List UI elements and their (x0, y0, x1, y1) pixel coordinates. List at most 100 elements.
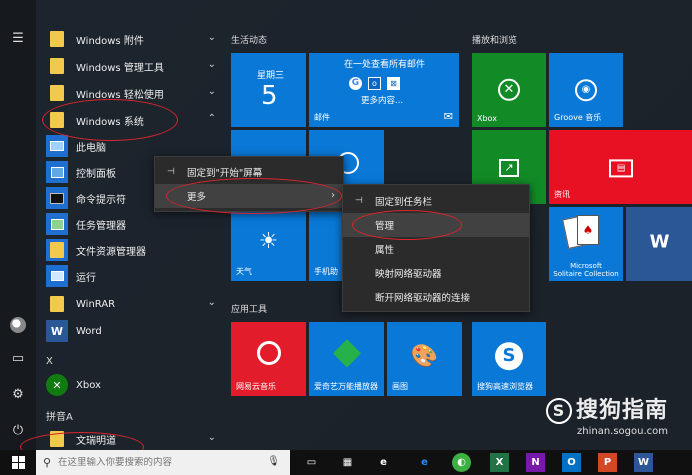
powerpoint-icon[interactable]: P (598, 453, 617, 472)
app-item-xbox[interactable]: ✕ Xbox (46, 374, 222, 396)
calendar-weekday: 星期三 (257, 71, 285, 81)
tile-word[interactable]: W (626, 207, 692, 281)
menu-item-label: 更多 (187, 192, 207, 203)
folder-icon (46, 428, 68, 450)
menu-item-manage[interactable]: 管理 (343, 213, 529, 237)
xbox-icon: ✕ (46, 374, 68, 396)
cards-icon: ♠ (562, 213, 607, 253)
app-item-label: 文件资源管理器 (76, 246, 146, 258)
tile-label: 搜狗高速浏览器 (477, 382, 533, 391)
tile-groove[interactable]: ◉ Groove 音乐 (549, 53, 623, 127)
menu-item-map-network-drive[interactable]: 映射网络驱动器 (343, 261, 529, 285)
app-item-windows-ease-of-access[interactable]: Windows 轻松使用 ⌄ (46, 82, 222, 104)
app-item-label: 运行 (76, 272, 96, 284)
group-title-play: 播放和浏览 (472, 36, 518, 46)
tile-mail[interactable]: 在一处查看所有邮件 G o ⊠ 更多内容... 邮件 ✉ (309, 53, 459, 127)
watermark-title: S 搜狗指南 (545, 392, 668, 424)
tile-aisi-player[interactable]: 爱奇艺万能播放器 (309, 322, 384, 396)
chevron-down-icon: ⌄ (207, 86, 216, 97)
app-item-label: 控制面板 (76, 168, 116, 180)
tile-label: Xbox (477, 114, 497, 123)
group-title-tools: 应用工具 (231, 305, 268, 315)
pin-icon: ⊣ (355, 196, 363, 206)
chart-icon: ↗ (472, 152, 546, 177)
documents-icon[interactable]: ▭ (8, 348, 28, 368)
palette-icon: 🎨 (410, 344, 439, 369)
tile-sogou-browser[interactable]: S 搜狗高速浏览器 (472, 322, 546, 396)
mail-more: 更多内容... (361, 96, 404, 106)
edge-legacy-icon[interactable]: e (374, 453, 393, 472)
menu-item-properties[interactable]: 属性 (343, 237, 529, 261)
task-view-icon[interactable]: ▭ (302, 453, 321, 472)
tile-weather[interactable]: ☀ 天气 (231, 207, 306, 281)
settings-gear-icon[interactable]: ⚙ (8, 384, 28, 404)
calendar-day: 5 (261, 81, 278, 111)
power-icon[interactable]: ⏻ (8, 420, 28, 440)
sogou-logo-icon: S (545, 398, 572, 424)
chevron-up-icon: ⌃ (207, 113, 216, 124)
computer-icon (46, 135, 68, 157)
app-item-label: Windows 附件 (76, 35, 144, 47)
edge-icon[interactable]: e (415, 453, 434, 472)
tile-netease-music[interactable]: 网易云音乐 (231, 322, 306, 396)
app-item-label: 此电脑 (76, 142, 106, 154)
app-item-windows-accessories[interactable]: Windows 附件 ⌄ (46, 28, 222, 50)
folder-icon (46, 293, 68, 315)
groove-icon: ◉ (549, 73, 623, 102)
section-letter-x[interactable]: X (46, 356, 53, 367)
app-grid-icon[interactable]: ▦ (338, 453, 357, 472)
app-item-word[interactable]: W Word (46, 320, 222, 342)
app-item-run[interactable]: 运行 (46, 265, 222, 287)
hamburger-menu-icon[interactable]: ☰ (8, 28, 28, 48)
tile-label: Groove 音乐 (554, 113, 602, 122)
app-item-label: 命令提示符 (76, 194, 126, 206)
app-item-task-manager[interactable]: 任务管理器 (46, 213, 222, 235)
menu-item-pin-to-taskbar[interactable]: ⊣ 固定到任务栏 (343, 189, 529, 213)
google-icon: G (349, 77, 362, 90)
tile-label: 手机助 (314, 267, 338, 276)
microphone-icon[interactable]: 🎙 (267, 456, 280, 467)
app-item-winrar[interactable]: WinRAR ⌄ (46, 293, 222, 315)
menu-item-disconnect-network-drive[interactable]: 断开网络驱动器的连接 (343, 285, 529, 309)
tile-label: 画图 (392, 382, 408, 391)
tile-news[interactable]: ▤ 资讯 (549, 130, 692, 204)
tile-xbox[interactable]: ✕ Xbox (472, 53, 546, 127)
solitaire-label-1: Microsoft (570, 262, 602, 270)
watermark: S 搜狗指南 zhinan.sogou.com (545, 392, 668, 437)
task-manager-icon (46, 213, 68, 235)
section-letter-pinyin-a[interactable]: 拼音A (46, 408, 73, 423)
green-app-icon[interactable]: ◐ (452, 453, 471, 472)
start-rail: ☰ ▭ ⚙ ⏻ (0, 0, 36, 450)
app-list: Windows 附件 ⌄ Windows 管理工具 ⌄ Windows 轻松使用… (36, 0, 222, 450)
app-item-last[interactable]: 文瑞明道 ⌄ (46, 428, 222, 450)
file-explorer-icon (46, 239, 68, 261)
onenote-icon[interactable]: N (526, 453, 545, 472)
chevron-down-icon: ⌄ (207, 432, 216, 443)
excel-icon[interactable]: X (490, 453, 509, 472)
search-input[interactable] (58, 457, 258, 468)
tile-paint[interactable]: 🎨 画图 (387, 322, 462, 396)
menu-item-pin-to-start[interactable]: ⊣ 固定到"开始"屏幕 (155, 160, 343, 184)
user-avatar-icon[interactable] (8, 315, 28, 335)
exchange-icon: ⊠ (387, 77, 400, 90)
app-item-file-explorer[interactable]: 文件资源管理器 (46, 239, 222, 261)
app-item-windows-system[interactable]: Windows 系统 ⌃ (46, 109, 222, 131)
context-menu-more: ⊣ 固定到任务栏 管理 属性 映射网络驱动器 断开网络驱动器的连接 (342, 184, 530, 312)
context-menu-primary: ⊣ 固定到"开始"屏幕 更多 › (154, 156, 344, 212)
outlook-icon[interactable]: O (562, 453, 581, 472)
menu-item-label: 管理 (375, 221, 395, 232)
tile-solitaire[interactable]: ♠ Microsoft Solitaire Collection (549, 207, 623, 281)
envelope-icon: ✉ (443, 110, 453, 123)
app-item-label: Windows 轻松使用 (76, 89, 164, 101)
app-item-this-pc[interactable]: 此电脑 (46, 135, 222, 157)
word-icon: W (46, 320, 68, 342)
word-taskbar-icon[interactable]: W (634, 453, 653, 472)
menu-item-more[interactable]: 更多 › (155, 184, 343, 208)
chevron-down-icon: ⌄ (207, 297, 216, 308)
tile-calendar[interactable]: 星期三 5 (231, 53, 306, 127)
app-item-windows-admin-tools[interactable]: Windows 管理工具 ⌄ (46, 55, 222, 77)
start-button[interactable] (0, 450, 36, 475)
taskbar-search-box[interactable]: ⚲ 🎙 (36, 450, 290, 475)
app-item-label: Windows 管理工具 (76, 62, 164, 74)
word-tile-icon: W (649, 231, 670, 253)
